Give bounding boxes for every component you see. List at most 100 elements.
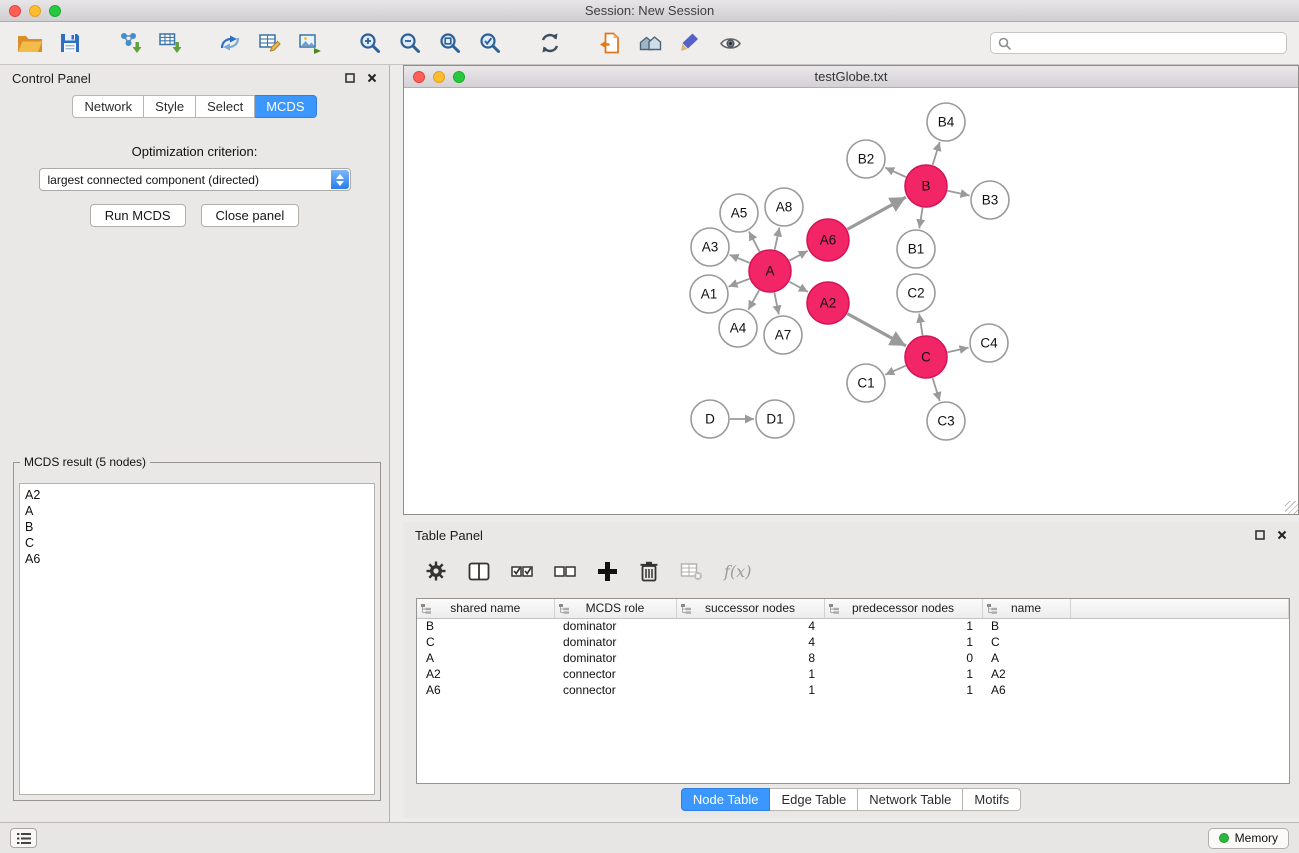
table-row[interactable]: Cdominator41C	[417, 634, 1289, 650]
graph-node-A4[interactable]: A4	[719, 309, 757, 347]
column-header-mcds-role[interactable]: MCDS role	[554, 599, 676, 618]
graph-edge-A2-C[interactable]	[847, 314, 906, 346]
task-history-button[interactable]	[10, 828, 37, 848]
graph-node-C2[interactable]: C2	[897, 274, 935, 312]
column-header-shared-name[interactable]: shared name	[417, 599, 554, 618]
graph-node-C1[interactable]: C1	[847, 364, 885, 402]
graph-node-A5[interactable]: A5	[720, 194, 758, 232]
resize-grip[interactable]	[1285, 501, 1298, 514]
network-maximize-button[interactable]	[453, 71, 465, 83]
eye-button[interactable]	[712, 25, 748, 61]
table-cell[interactable]: A2	[417, 666, 554, 682]
table-cell[interactable]: B	[982, 618, 1070, 634]
close-panel-icon[interactable]	[367, 73, 377, 83]
mcds-result-item[interactable]: A2	[25, 487, 369, 503]
graph-edge-B-B3[interactable]	[948, 191, 970, 196]
graph-edge-A-A6[interactable]	[789, 251, 807, 261]
graph-edge-C-C1[interactable]	[885, 366, 906, 375]
graph-node-A3[interactable]: A3	[691, 228, 729, 266]
table-cell[interactable]: dominator	[554, 634, 676, 650]
function-builder-button[interactable]: f(x)	[724, 562, 751, 581]
network-arrows-button[interactable]	[212, 25, 248, 61]
run-mcds-button[interactable]: Run MCDS	[90, 204, 186, 227]
style-brush-button[interactable]	[672, 25, 708, 61]
zoom-out-button[interactable]	[392, 25, 428, 61]
table-row[interactable]: A6connector11A6	[417, 682, 1289, 698]
table-row[interactable]: A2connector11A2	[417, 666, 1289, 682]
deselect-all-button[interactable]	[554, 562, 576, 580]
network-canvas[interactable]: B4B2BB3A5A8A6B1A3AC2A1A2A4A7C4CC1C3DD1	[404, 89, 1298, 514]
graph-edge-A-A7[interactable]	[774, 293, 778, 315]
import-network-button[interactable]	[112, 25, 148, 61]
graph-node-B4[interactable]: B4	[927, 103, 965, 141]
graph-node-C4[interactable]: C4	[970, 324, 1008, 362]
graph-edge-B-B1[interactable]	[919, 208, 922, 229]
table-cell[interactable]: C	[982, 634, 1070, 650]
graph-edge-A-A8[interactable]	[775, 228, 780, 250]
graph-node-A7[interactable]: A7	[764, 316, 802, 354]
graph-edge-A-A4[interactable]	[748, 290, 759, 310]
graph-node-A[interactable]: A	[749, 250, 791, 292]
table-cell[interactable]: 0	[824, 650, 982, 666]
graph-node-B[interactable]: B	[905, 165, 947, 207]
table-row[interactable]: Bdominator41B	[417, 618, 1289, 634]
table-cell[interactable]: 1	[824, 618, 982, 634]
table-cell[interactable]: connector	[554, 666, 676, 682]
table-cell[interactable]: connector	[554, 682, 676, 698]
delete-row-button[interactable]	[639, 560, 659, 582]
graph-node-A6[interactable]: A6	[807, 219, 849, 261]
table-cell[interactable]: dominator	[554, 618, 676, 634]
table-cell[interactable]: B	[417, 618, 554, 634]
graph-node-B1[interactable]: B1	[897, 230, 935, 268]
search-input[interactable]	[1016, 36, 1279, 50]
graph-node-B2[interactable]: B2	[847, 140, 885, 178]
graph-edge-A-A1[interactable]	[729, 279, 750, 287]
table-cell[interactable]: A	[417, 650, 554, 666]
graph-edge-A-A3[interactable]	[730, 255, 750, 263]
close-table-panel-icon[interactable]	[1277, 530, 1287, 540]
zoom-fit-button[interactable]	[432, 25, 468, 61]
home-button[interactable]	[632, 25, 668, 61]
column-header-predecessor-nodes[interactable]: predecessor nodes	[824, 599, 982, 618]
column-header-name[interactable]: name	[982, 599, 1070, 618]
graph-node-D1[interactable]: D1	[756, 400, 794, 438]
table-cell[interactable]: 4	[676, 618, 824, 634]
delete-table-button[interactable]	[680, 561, 703, 581]
graph-node-B3[interactable]: B3	[971, 181, 1009, 219]
memory-button[interactable]: Memory	[1208, 828, 1289, 849]
table-cell[interactable]: A	[982, 650, 1070, 666]
table-cell[interactable]: 8	[676, 650, 824, 666]
graph-edge-B-B4[interactable]	[933, 142, 940, 165]
table-row[interactable]: Adominator80A	[417, 650, 1289, 666]
graph-edge-A6-B[interactable]	[847, 197, 906, 229]
optimization-select[interactable]: largest connected component (directed)	[39, 168, 351, 191]
cp-tab-style[interactable]: Style	[144, 95, 196, 118]
graph-edge-C-C3[interactable]	[933, 378, 940, 401]
table-cell[interactable]: 1	[676, 682, 824, 698]
settings-gear-button[interactable]	[425, 560, 447, 582]
table-cell[interactable]: C	[417, 634, 554, 650]
column-header-successor-nodes[interactable]: successor nodes	[676, 599, 824, 618]
add-row-button[interactable]	[597, 561, 618, 582]
close-panel-button[interactable]: Close panel	[201, 204, 300, 227]
open-file-button[interactable]	[12, 25, 48, 61]
graph-edge-C-C2[interactable]	[919, 314, 922, 336]
table-edit-button[interactable]	[252, 25, 288, 61]
table-cell[interactable]: A6	[417, 682, 554, 698]
float-table-panel-icon[interactable]	[1255, 530, 1265, 540]
graph-node-C[interactable]: C	[905, 336, 947, 378]
table-tab-edge-table[interactable]: Edge Table	[770, 788, 858, 811]
import-table-button[interactable]	[152, 25, 188, 61]
graph-node-D[interactable]: D	[691, 400, 729, 438]
zoom-selected-button[interactable]	[472, 25, 508, 61]
cp-tab-mcds[interactable]: MCDS	[255, 95, 316, 118]
graph-edge-A-A5[interactable]	[749, 232, 760, 252]
table-cell[interactable]: 1	[676, 666, 824, 682]
table-tab-motifs[interactable]: Motifs	[963, 788, 1021, 811]
graph-node-C3[interactable]: C3	[927, 402, 965, 440]
network-minimize-button[interactable]	[433, 71, 445, 83]
image-export-button[interactable]	[292, 25, 328, 61]
table-cell[interactable]: A2	[982, 666, 1070, 682]
table-cell[interactable]: 1	[824, 666, 982, 682]
table-cell[interactable]: 1	[824, 634, 982, 650]
